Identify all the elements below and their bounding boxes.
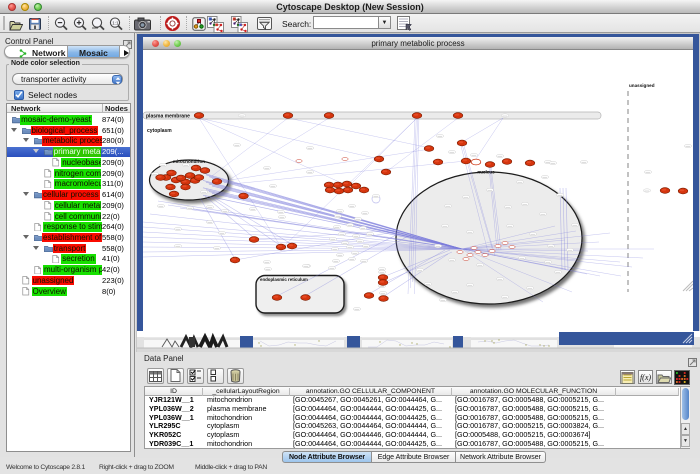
svg-text:endoplasmic reticulum: endoplasmic reticulum bbox=[260, 277, 308, 282]
svg-text:unassigned: unassigned bbox=[629, 83, 655, 88]
svg-text:cytoplasm: cytoplasm bbox=[147, 128, 172, 134]
svg-text:nucleus: nucleus bbox=[477, 170, 495, 175]
svg-text:plasma membrane: plasma membrane bbox=[146, 114, 190, 120]
svg-text:mitochondrion: mitochondrion bbox=[173, 159, 205, 164]
svg-text:1:1: 1:1 bbox=[112, 21, 119, 26]
